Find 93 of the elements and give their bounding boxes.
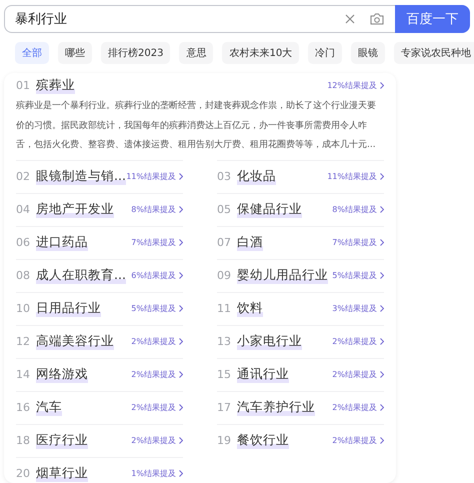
industry-name[interactable]: 网络游戏 [36,366,88,383]
chevron-right-icon [179,305,183,312]
industry-name[interactable]: 殡葬业 [36,77,75,94]
rank-number: 11 [217,302,232,315]
mention-link[interactable]: 8%结果提及 [332,204,384,215]
chevron-right-icon [380,272,384,279]
chevron-right-icon [179,470,183,477]
chevron-right-icon [380,206,384,213]
mention-link[interactable]: 2%结果提及 [332,402,384,413]
mention-link[interactable]: 2%结果提及 [131,435,183,446]
mention-link[interactable]: 11%结果提及 [327,171,384,182]
mention-link[interactable]: 6%结果提及 [131,270,183,281]
chevron-right-icon [380,437,384,444]
chevron-right-icon [380,82,384,89]
mention-link[interactable]: 1%结果提及 [131,468,183,479]
industry-name[interactable]: 汽车养护行业 [237,399,315,416]
industry-name[interactable]: 餐饮行业 [237,432,289,449]
filter-tab[interactable]: 全部 [15,42,49,64]
mention-link[interactable]: 5%结果提及 [332,270,384,281]
rank-number: 18 [16,434,31,447]
industry-name[interactable]: 婴幼儿用品行业 [237,267,328,284]
chevron-right-icon [380,173,384,180]
filter-tab[interactable]: 农村未来10大 [222,42,300,64]
chevron-right-icon [179,272,183,279]
filter-tab[interactable]: 眼镜 [351,42,386,64]
industry-name[interactable]: 通讯行业 [237,366,289,383]
search-button[interactable]: 百度一下 [395,5,470,33]
mention-link[interactable]: 2%结果提及 [131,336,183,347]
rank-number: 19 [217,434,232,447]
mention-link[interactable]: 12%结果提及 [327,80,384,91]
chevron-right-icon [380,371,384,378]
industry-name[interactable]: 烟草行业 [36,465,88,482]
rank-number: 02 [16,170,31,183]
chevron-right-icon [380,239,384,246]
rank-number: 17 [217,401,232,414]
mention-link[interactable]: 7%结果提及 [332,237,384,248]
mention-link[interactable]: 8%结果提及 [131,204,183,215]
mention-link[interactable]: 2%结果提及 [332,336,384,347]
filter-tab[interactable]: 意思 [179,42,214,64]
chevron-right-icon [179,371,183,378]
chevron-right-icon [179,239,183,246]
description-text: 殡葬业是一个暴利行业。殡葬行业的垄断经营，封建丧葬观念作祟，助长了这个行业漫天要价的习惯。据民政部统计，我国每年的殡葬消费达上百亿元，办一件丧事所需费用令人咋舌，包括火化费、整容费、遗体接运费、租用告别大厅费、租用花圈费等等，成本几十元... [16,100,377,152]
industry-name[interactable]: 小家电行业 [237,333,302,350]
rank-number: 13 [217,335,232,348]
industry-name[interactable]: 成人在职教育... [36,267,126,284]
camera-icon[interactable] [370,13,384,25]
mention-link[interactable]: 5%结果提及 [131,303,183,314]
chevron-right-icon [380,305,384,312]
filter-tab[interactable]: 排行榜2023 [101,42,170,64]
chevron-right-icon [380,338,384,345]
close-icon[interactable] [345,14,355,24]
rank-number: 09 [217,269,232,282]
industry-name[interactable]: 眼镜制造与销... [36,168,126,185]
chevron-right-icon [179,206,183,213]
chevron-right-icon [380,404,384,411]
mention-link[interactable]: 2%结果提及 [131,369,183,380]
chevron-right-icon [179,338,183,345]
rank-number: 15 [217,368,232,381]
search-field[interactable]: 暴利行业 [4,5,395,33]
rank-number: 14 [16,368,31,381]
industry-name[interactable]: 高端美容行业 [36,333,114,350]
rank-number: 01 [16,79,31,92]
industry-name[interactable]: 保健品行业 [237,201,302,218]
mention-link[interactable]: 11%结果提及 [126,171,183,182]
rank-number: 04 [16,203,31,216]
chevron-right-icon [179,404,183,411]
industry-name[interactable]: 汽车 [36,399,62,416]
chevron-right-icon [179,437,183,444]
rank-number: 06 [16,236,31,249]
filter-tab[interactable]: 冷门 [308,42,342,64]
rank-number: 05 [217,203,232,216]
industry-name[interactable]: 医疗行业 [36,432,88,449]
rank-number: 20 [16,467,31,480]
mention-link[interactable]: 2%结果提及 [332,369,384,380]
rank-number: 07 [217,236,232,249]
mention-link[interactable]: 2%结果提及 [131,402,183,413]
rank-number: 12 [16,335,31,348]
rank-number: 03 [217,170,232,183]
rank-number: 10 [16,302,31,315]
rank-number: 16 [16,401,31,414]
filter-tab[interactable]: 专家说农民种地 [394,42,474,64]
industry-name[interactable]: 化妆品 [237,168,276,185]
chevron-right-icon [179,173,183,180]
industry-name[interactable]: 饮料 [237,300,263,317]
filter-tab[interactable]: 哪些 [58,42,92,64]
mention-link[interactable]: 2%结果提及 [332,435,384,446]
rank-number: 08 [16,269,31,282]
industry-name[interactable]: 房地产开发业 [36,201,114,218]
industry-name[interactable]: 日用品行业 [36,300,101,317]
mention-link[interactable]: 3%结果提及 [332,303,384,314]
mention-link[interactable]: 7%结果提及 [131,237,183,248]
industry-name[interactable]: 白酒 [237,234,263,251]
industry-name[interactable]: 进口药品 [36,234,88,251]
